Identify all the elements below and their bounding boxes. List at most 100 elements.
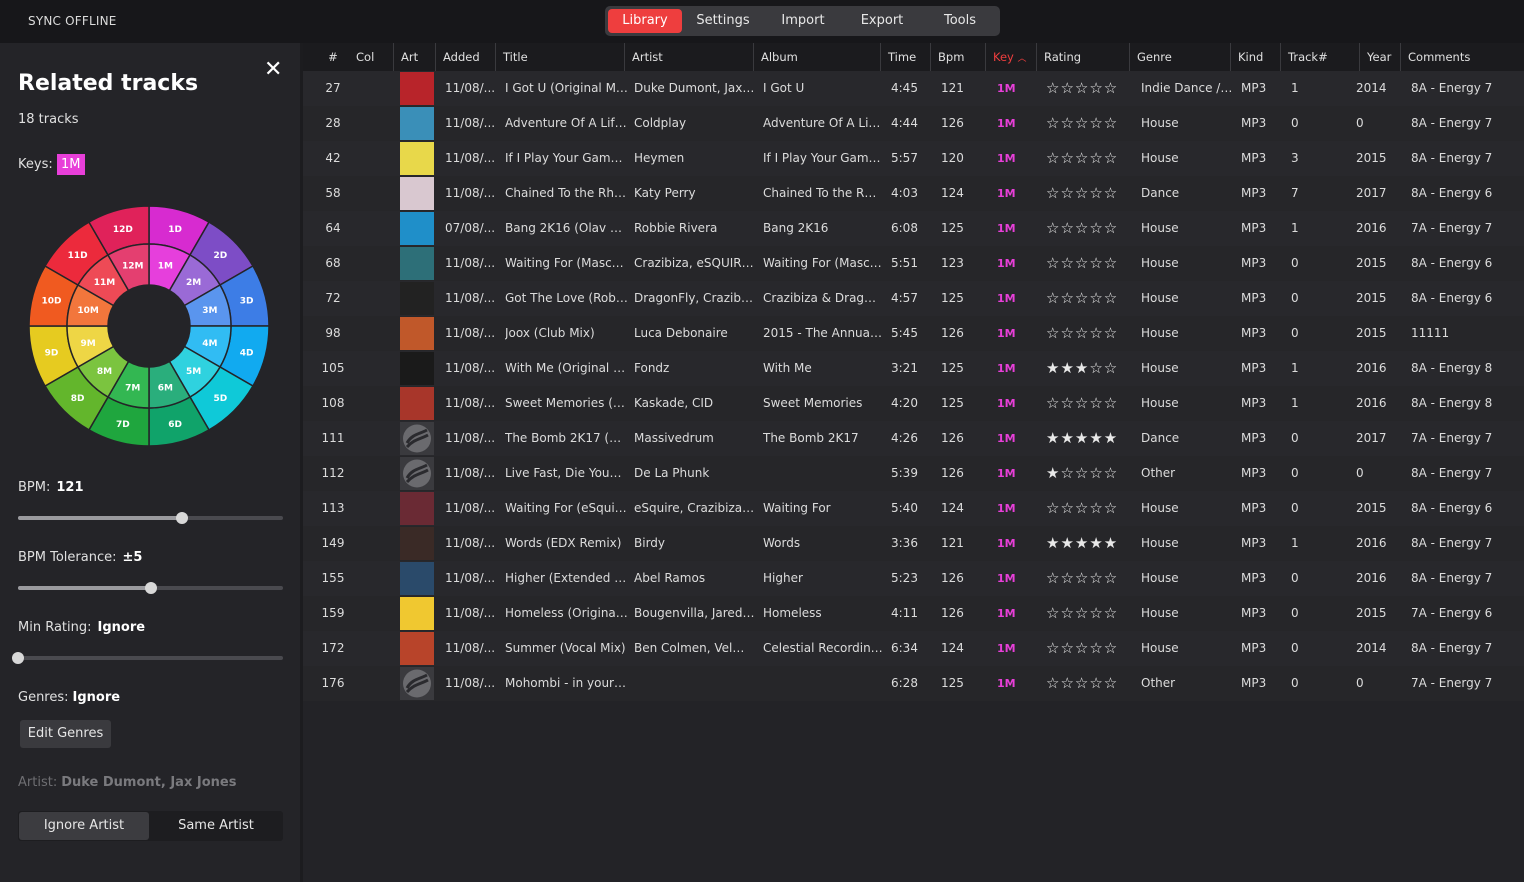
- table-row[interactable]: 155 11/08/... Higher (Extended Mi... Abel R…: [303, 561, 1524, 596]
- tab-export[interactable]: Export: [844, 9, 920, 33]
- cell-genre: House: [1141, 256, 1179, 270]
- col-album[interactable]: Album: [753, 43, 880, 71]
- table-row[interactable]: 68 11/08/... Waiting For (Masco... Crazibiz…: [303, 246, 1524, 281]
- cell-kind: MP3: [1241, 501, 1267, 515]
- rating-stars[interactable]: ☆☆☆☆☆: [1046, 491, 1136, 526]
- table-row[interactable]: 105 11/08/... With Me (Original M... Fondz W…: [303, 351, 1524, 386]
- col-rating[interactable]: Rating: [1036, 43, 1129, 71]
- table-row[interactable]: 27 11/08/... I Got U (Original Mix) Duke Du…: [303, 71, 1524, 106]
- cell-comments: 8A - Energy 7: [1411, 81, 1493, 95]
- rating-stars[interactable]: ☆☆☆☆☆: [1046, 631, 1136, 666]
- tab-import[interactable]: Import: [765, 9, 841, 33]
- rating-stars[interactable]: ★★★☆☆: [1046, 351, 1136, 386]
- table-row[interactable]: 112 11/08/... Live Fast, Die Young... De La…: [303, 456, 1524, 491]
- cell-key: 1M: [997, 117, 1016, 130]
- cell-key: 1M: [997, 397, 1016, 410]
- cell-comments: 8A - Energy 7: [1411, 151, 1493, 165]
- cell-track: 0: [1291, 571, 1299, 585]
- table-row[interactable]: 113 11/08/... Waiting For (eSquir... eSquir…: [303, 491, 1524, 526]
- table-row[interactable]: 149 11/08/... Words (EDX Remix) Birdy Words 3…: [303, 526, 1524, 561]
- table-row[interactable]: 172 11/08/... Summer (Vocal Mix) Ben Colmen…: [303, 631, 1524, 666]
- cell-time: 5:57: [891, 151, 918, 165]
- table-row[interactable]: 159 11/08/... Homeless (Original ... Bougen…: [303, 596, 1524, 631]
- cell-genre: House: [1141, 396, 1179, 410]
- table-row[interactable]: 72 11/08/... Got The Love (Robe... DragonFl…: [303, 281, 1524, 316]
- rating-stars[interactable]: ☆☆☆☆☆: [1046, 106, 1136, 141]
- rating-slider[interactable]: [12, 652, 283, 664]
- cell-track: 0: [1291, 326, 1299, 340]
- cell-comments: 8A - Energy 7: [1411, 466, 1493, 480]
- rating-stars[interactable]: ☆☆☆☆☆: [1046, 176, 1136, 211]
- col-time[interactable]: Time: [880, 43, 930, 71]
- cell-kind: MP3: [1241, 361, 1267, 375]
- album-art: [400, 212, 434, 245]
- tab-tools[interactable]: Tools: [922, 9, 998, 33]
- rating-stars[interactable]: ☆☆☆☆☆: [1046, 281, 1136, 316]
- col-added[interactable]: Added: [435, 43, 495, 71]
- bpm-slider[interactable]: [18, 512, 283, 524]
- rating-stars[interactable]: ★★★★★: [1046, 421, 1136, 456]
- genres-value: Ignore: [72, 690, 121, 705]
- cell-genre: House: [1141, 291, 1179, 305]
- cell-kind: MP3: [1241, 396, 1267, 410]
- col-title[interactable]: Title: [495, 43, 624, 71]
- cell-genre: House: [1141, 361, 1179, 375]
- album-art: [400, 667, 434, 700]
- cell-album: Homeless: [763, 606, 822, 620]
- col-key[interactable]: Key ︿: [985, 43, 1036, 71]
- table-row[interactable]: 28 11/08/... Adventure Of A Life... Coldpla…: [303, 106, 1524, 141]
- rating-stars[interactable]: ★☆☆☆☆: [1046, 456, 1136, 491]
- col-bpm[interactable]: Bpm: [930, 43, 985, 71]
- tab-settings[interactable]: Settings: [685, 9, 761, 33]
- camelot-key-wheel[interactable]: 1D 2D 3D 4D 5D 6D 7D 8D 9D 10D 11D 12D 1M 2M 3M 4M 5M 6M 7…: [26, 203, 272, 449]
- cell-genre: House: [1141, 501, 1179, 515]
- col-year[interactable]: Year: [1359, 43, 1400, 71]
- col-artist[interactable]: Artist: [624, 43, 753, 71]
- table-row[interactable]: 64 07/08/... Bang 2K16 (Olav Ba... Robbie R…: [303, 211, 1524, 246]
- cell-album: Waiting For: [763, 501, 831, 515]
- rating-stars[interactable]: ☆☆☆☆☆: [1046, 316, 1136, 351]
- tolerance-slider-thumb[interactable]: [144, 582, 157, 594]
- col-kind[interactable]: Kind: [1230, 43, 1280, 71]
- rating-stars[interactable]: ☆☆☆☆☆: [1046, 211, 1136, 246]
- tab-library[interactable]: Library: [608, 9, 682, 33]
- cell-key: 1M: [997, 607, 1016, 620]
- ignore-artist-button[interactable]: Ignore Artist: [19, 812, 149, 840]
- rating-stars[interactable]: ☆☆☆☆☆: [1046, 666, 1136, 701]
- tolerance-slider[interactable]: [18, 582, 283, 594]
- cell-year: 2016: [1356, 221, 1387, 235]
- rating-stars[interactable]: ☆☆☆☆☆: [1046, 386, 1136, 421]
- col-track-number[interactable]: Track#: [1280, 43, 1359, 71]
- col-art[interactable]: Art: [393, 43, 435, 71]
- rating-stars[interactable]: ☆☆☆☆☆: [1046, 561, 1136, 596]
- col-comments[interactable]: Comments: [1400, 43, 1524, 71]
- rating-stars[interactable]: ☆☆☆☆☆: [1046, 596, 1136, 631]
- col-col[interactable]: Col: [349, 43, 389, 71]
- cell-comments: 8A - Energy 6: [1411, 291, 1493, 305]
- rating-slider-thumb[interactable]: [12, 652, 24, 664]
- bpm-slider-thumb[interactable]: [176, 512, 189, 524]
- rating-stars[interactable]: ☆☆☆☆☆: [1046, 246, 1136, 281]
- cell-time: 5:51: [891, 256, 918, 270]
- bpm-label-text: BPM:: [18, 480, 51, 495]
- rating-stars[interactable]: ☆☆☆☆☆: [1046, 141, 1136, 176]
- rating-stars[interactable]: ★★★★★: [1046, 526, 1136, 561]
- table-row[interactable]: 98 11/08/... Joox (Club Mix) Luca Debonaire…: [303, 316, 1524, 351]
- rating-stars[interactable]: ☆☆☆☆☆: [1046, 71, 1136, 106]
- table-row[interactable]: 111 11/08/... The Bomb 2K17 (Or... Massived…: [303, 421, 1524, 456]
- cell-comments: 8A - Energy 7: [1411, 641, 1493, 655]
- close-icon[interactable]: ✕: [264, 59, 282, 81]
- col-number[interactable]: #: [303, 43, 349, 71]
- cell-comments: 8A - Energy 7: [1411, 116, 1493, 130]
- cell-num: 112: [321, 466, 345, 480]
- cell-kind: MP3: [1241, 536, 1267, 550]
- edit-genres-button[interactable]: Edit Genres: [20, 720, 111, 748]
- wheel-label-4d: 4D: [240, 349, 254, 359]
- col-genre[interactable]: Genre: [1129, 43, 1230, 71]
- table-row[interactable]: 42 11/08/... If I Play Your Game (... Heyme…: [303, 141, 1524, 176]
- cell-bpm: 123: [941, 256, 964, 270]
- same-artist-button[interactable]: Same Artist: [150, 812, 282, 840]
- table-row[interactable]: 108 11/08/... Sweet Memories (Ex... Kaskade…: [303, 386, 1524, 421]
- table-row[interactable]: 176 11/08/... Mohombi - in your h... 6:28 12…: [303, 666, 1524, 701]
- table-row[interactable]: 58 11/08/... Chained To the Rhyt... Katy Pe…: [303, 176, 1524, 211]
